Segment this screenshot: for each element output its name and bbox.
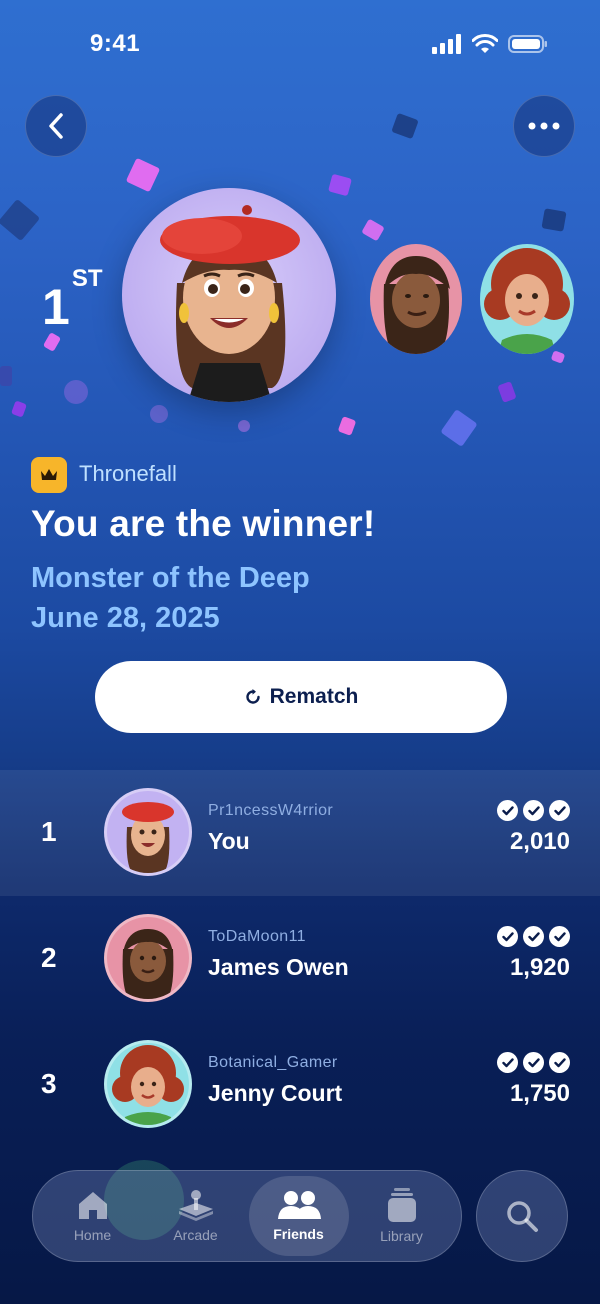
more-button[interactable] xyxy=(513,95,575,157)
check-icon xyxy=(523,926,544,947)
row-score: 2,010 xyxy=(509,828,570,855)
match-date: June 28, 2025 xyxy=(31,602,220,634)
tab-label: Library xyxy=(380,1228,423,1244)
avatar-memoji-icon xyxy=(383,256,450,354)
row-handle: Pr1ncessW4rrior xyxy=(208,802,334,819)
avatar-memoji-icon xyxy=(112,1045,184,1125)
row-handle: Botanical_Gamer xyxy=(208,1054,338,1071)
check-icon xyxy=(523,800,544,821)
hero-rank-suffix: ST xyxy=(71,265,103,293)
status-time: 9:41 xyxy=(90,30,141,57)
row-handle: ToDaMoon11 xyxy=(208,928,306,945)
tab-label: Home xyxy=(73,1227,112,1243)
check-icon xyxy=(549,800,570,821)
crown-icon xyxy=(41,469,57,480)
joystick-icon xyxy=(178,1190,213,1221)
chevron-left-icon xyxy=(49,113,63,139)
house-icon xyxy=(78,1192,107,1219)
people-icon xyxy=(277,1191,321,1219)
result-subtitle: Monster of the Deep June 28, 2025 xyxy=(31,558,310,638)
check-icon xyxy=(497,1052,518,1073)
tab-library[interactable]: Library xyxy=(352,1176,452,1256)
rotate-icon xyxy=(245,689,260,704)
row-score: 1,920 xyxy=(509,954,570,981)
wifi-icon xyxy=(472,34,498,53)
status-icons xyxy=(432,34,548,54)
tab-label: Friends xyxy=(273,1226,324,1242)
tab-bar: Home Arcade Friends Library xyxy=(32,1170,462,1262)
row-name: You xyxy=(208,828,250,854)
game-mode: Monster of the Deep xyxy=(31,562,310,594)
winner-title: You are the winner! xyxy=(31,503,376,544)
avatar-memoji-icon xyxy=(484,248,570,354)
tab-friends[interactable]: Friends xyxy=(248,1176,349,1256)
check-icon xyxy=(497,926,518,947)
row-rank: 2 xyxy=(41,942,57,973)
row-name: James Owen xyxy=(208,954,349,980)
rematch-label: Rematch xyxy=(269,685,359,708)
leaderboard-row[interactable]: 2 ToDaMoon11 James Owen 1,920 xyxy=(0,896,600,1022)
rematch-button[interactable]: Rematch xyxy=(95,661,507,733)
avatar xyxy=(104,1040,192,1128)
row-checks xyxy=(497,800,570,821)
check-icon xyxy=(523,1052,544,1073)
tab-arcade[interactable]: Arcade xyxy=(146,1176,246,1256)
search-button[interactable] xyxy=(476,1170,568,1262)
check-icon xyxy=(549,1052,570,1073)
hero-rank: 1ST xyxy=(42,265,102,336)
tab-home[interactable]: Home xyxy=(43,1176,143,1256)
avatar-memoji-icon xyxy=(122,929,174,999)
avatar xyxy=(104,914,192,1002)
row-checks xyxy=(497,1052,570,1073)
leaderboard-row[interactable]: 3 Botanical_Gamer Jenny Court 1,750 xyxy=(0,1022,600,1148)
search-icon xyxy=(507,1201,538,1232)
row-name: Jenny Court xyxy=(208,1080,343,1106)
ellipsis-icon xyxy=(528,122,560,130)
check-icon xyxy=(497,800,518,821)
stack-icon xyxy=(387,1188,416,1222)
third-place-avatar xyxy=(480,244,574,354)
game-name[interactable]: Thronefall xyxy=(79,461,177,487)
signal-icon xyxy=(432,34,461,54)
row-rank: 1 xyxy=(41,816,57,847)
avatar-memoji-icon xyxy=(160,205,300,402)
battery-icon xyxy=(508,35,547,53)
avatar xyxy=(104,788,192,876)
tab-label: Arcade xyxy=(173,1227,218,1243)
game-badge xyxy=(31,457,67,493)
back-button[interactable] xyxy=(25,95,87,157)
row-rank: 3 xyxy=(41,1068,57,1099)
winner-avatar xyxy=(122,188,336,402)
leaderboard-row[interactable]: 1 Pr1ncessW4rrior You 2,010 xyxy=(0,770,600,896)
row-score: 1,750 xyxy=(509,1080,570,1107)
check-icon xyxy=(549,926,570,947)
avatar-memoji-icon xyxy=(122,802,174,873)
second-place-avatar xyxy=(370,244,462,354)
row-checks xyxy=(497,926,570,947)
hero-rank-number: 1 xyxy=(42,279,70,335)
